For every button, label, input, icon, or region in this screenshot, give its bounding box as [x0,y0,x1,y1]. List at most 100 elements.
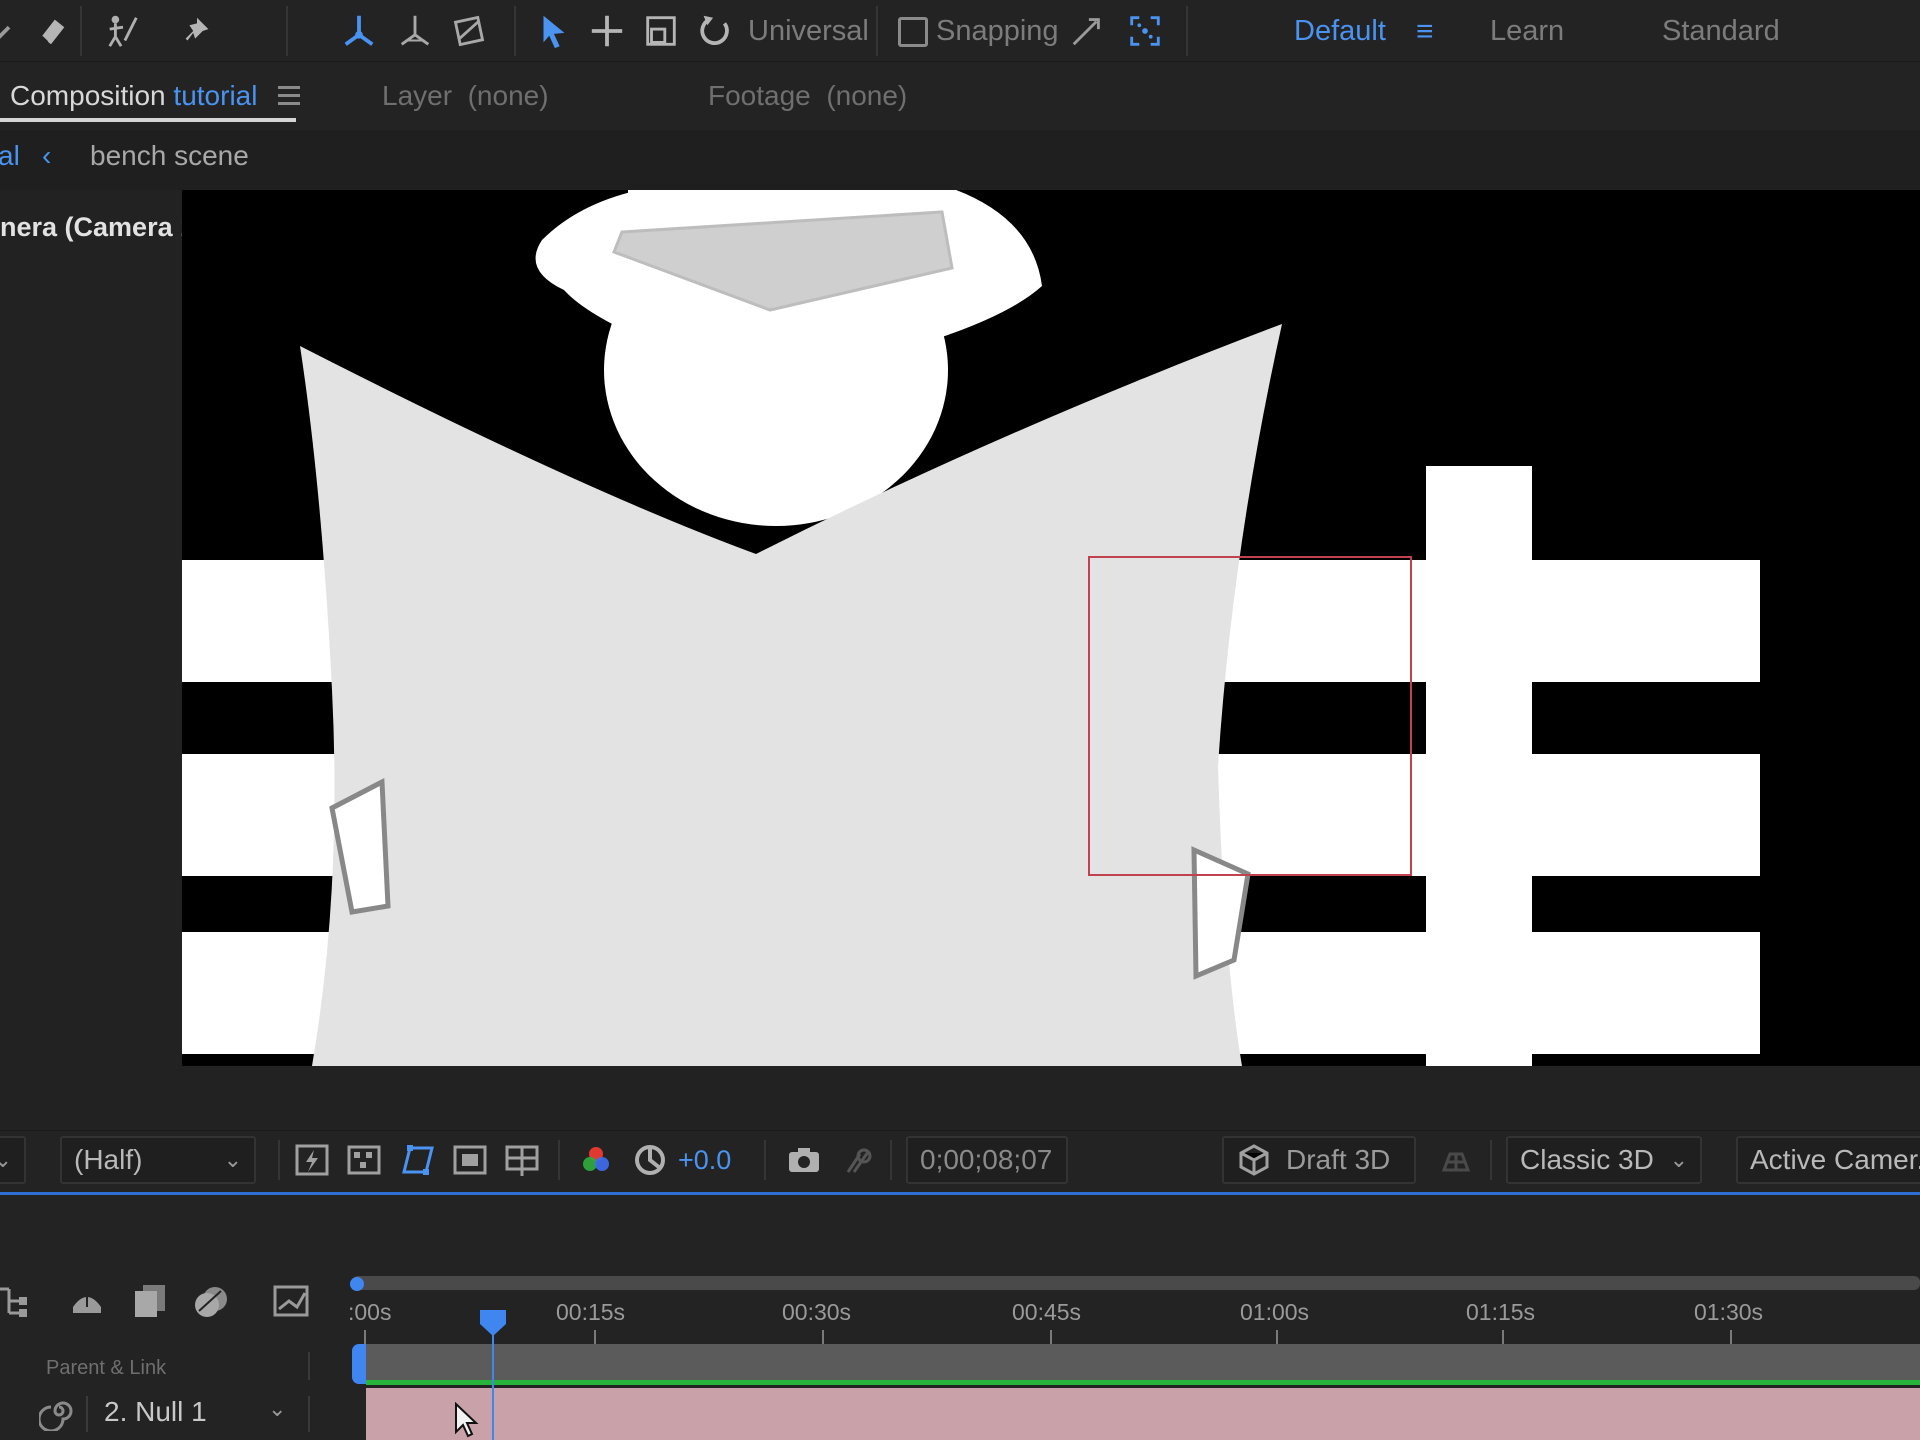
pin-tool-icon[interactable] [174,8,220,54]
resolution-dropdown[interactable]: (Half) ⌄ [60,1136,256,1184]
tab-layer-value: (none) [467,80,549,111]
renderer-dropdown[interactable]: Classic 3D ⌄ [1506,1136,1702,1184]
workspace-learn[interactable]: Learn [1490,13,1564,49]
column-divider [308,1352,310,1380]
time-ruler-label: 01:15s [1466,1299,1536,1325]
time-ruler-label: :00s [348,1299,392,1325]
scene-artwork [182,190,1760,1066]
toolbar-divider [558,1140,560,1180]
scale-tool-icon[interactable] [638,8,684,54]
breadcrumb-current[interactable]: bench scene [90,138,249,174]
time-ruler-tick [1050,1330,1052,1344]
chevron-down-icon[interactable]: ⌄ [268,1396,286,1422]
toolbar-divider [890,1140,892,1180]
region-of-interest-icon[interactable] [448,1138,492,1182]
view-axis-icon[interactable] [446,8,492,54]
current-time-indicator[interactable] [478,1308,508,1338]
mouse-cursor-icon [455,1402,479,1438]
time-ruler-tick [364,1330,366,1344]
magnification-dropdown[interactable]: ⌄ [0,1136,26,1184]
resolution-value: (Half) [74,1144,143,1175]
exposure-reset-icon[interactable] [628,1138,672,1182]
world-axis-icon[interactable] [392,8,438,54]
current-time-field[interactable]: 0;00;08;07 [906,1136,1068,1184]
parent-link-column-header: Parent & Link [46,1357,167,1379]
move-tool-icon[interactable] [584,8,630,54]
exposure-value[interactable]: +0.0 [678,1142,731,1178]
toolbar-divider [514,6,516,56]
toolbar-divider [1490,1140,1492,1180]
universal-label[interactable]: Universal [748,13,869,49]
graph-editor-icon[interactable] [268,1278,314,1324]
composition-canvas[interactable] [182,190,1920,1066]
time-ruler-tick [822,1330,824,1344]
layer-bar-header [364,1344,1920,1384]
draft-3d-label: Draft 3D [1286,1144,1391,1175]
tab-footage-label: Footage [708,80,811,111]
workspace-standard[interactable]: Standard [1662,13,1780,49]
composition-flowchart-icon[interactable] [0,1278,38,1324]
snapshot-icon[interactable] [782,1138,826,1182]
toolbar-divider [278,1140,280,1180]
snapping-checkbox[interactable] [898,17,928,47]
layer-name[interactable]: 2. Null 1 [104,1394,207,1430]
rotate-icon[interactable] [692,8,738,54]
toolbar-divider [764,1140,766,1180]
breadcrumb [0,130,1920,190]
snapping-label[interactable]: Snapping [936,13,1059,49]
column-divider [86,1396,88,1432]
tab-menu-icon[interactable] [278,86,300,110]
time-ruler-label: 00:45s [1012,1299,1082,1325]
show-snapshot-icon[interactable] [836,1138,880,1182]
chevron-down-icon: ⌄ [0,1147,12,1172]
toolbar-divider [1186,6,1188,56]
time-ruler-label: 01:00s [1240,1299,1310,1325]
local-axis-icon[interactable] [336,8,382,54]
work-area-start-handle[interactable] [350,1277,364,1291]
time-ruler-tick [1730,1330,1732,1344]
chevron-down-icon: ⌄ [1669,1147,1688,1172]
layer-duration-bar[interactable] [366,1388,1920,1440]
workspace-menu-icon[interactable]: ≡ [1416,17,1434,47]
time-ruler-label: 00:15s [556,1299,626,1325]
guides-icon[interactable] [500,1138,544,1182]
puppet-tool-icon[interactable] [100,8,146,54]
render-cache-indicator [366,1380,1920,1385]
work-area-bar[interactable] [352,1276,1920,1290]
breadcrumb-parent[interactable]: al [0,138,20,174]
3d-ground-plane-icon[interactable] [1434,1138,1478,1182]
workspace-default[interactable]: Default [1294,13,1386,49]
tab-composition-name: tutorial [173,80,258,111]
layer-bar-in-point[interactable] [352,1344,366,1384]
tab-composition[interactable]: Composition tutorial [10,78,257,114]
fast-previews-icon[interactable] [290,1138,334,1182]
breadcrumb-back-icon[interactable]: ‹ [42,138,51,174]
renderer-mode-value: Classic 3D [1520,1144,1654,1175]
toolbar-divider [80,6,82,56]
selection-tool-icon[interactable] [530,8,576,54]
tab-composition-label: Composition [10,80,166,111]
selection-bounding-box[interactable] [1088,556,1412,876]
snap-options-icon[interactable] [1064,8,1110,54]
time-ruler-tick [1276,1330,1278,1344]
active-tab-underline [0,118,296,122]
frame-blending-icon[interactable] [126,1278,172,1324]
toolbar-divider [286,6,288,56]
spiral-icon[interactable] [36,1388,82,1434]
tab-layer[interactable]: Layer (none) [382,78,549,114]
column-divider [308,1396,310,1432]
chevron-down-icon: ⌄ [223,1147,242,1172]
time-ruler-tick [1502,1330,1504,1344]
3d-view-value: Active Camer... [1750,1144,1920,1175]
time-ruler-tick [594,1330,596,1344]
tab-footage[interactable]: Footage (none) [708,78,907,114]
transparency-grid-icon[interactable] [342,1138,386,1182]
camera-label: nera (Camera 1) [0,212,205,242]
eraser-icon[interactable] [28,8,74,54]
snapping-icon[interactable] [1122,8,1168,54]
3d-view-dropdown[interactable]: Active Camer... [1736,1136,1920,1184]
color-channels-icon[interactable] [574,1138,618,1182]
shy-layers-icon[interactable] [64,1278,110,1324]
motion-blur-icon[interactable] [188,1278,234,1324]
mask-visibility-icon[interactable] [396,1138,440,1182]
